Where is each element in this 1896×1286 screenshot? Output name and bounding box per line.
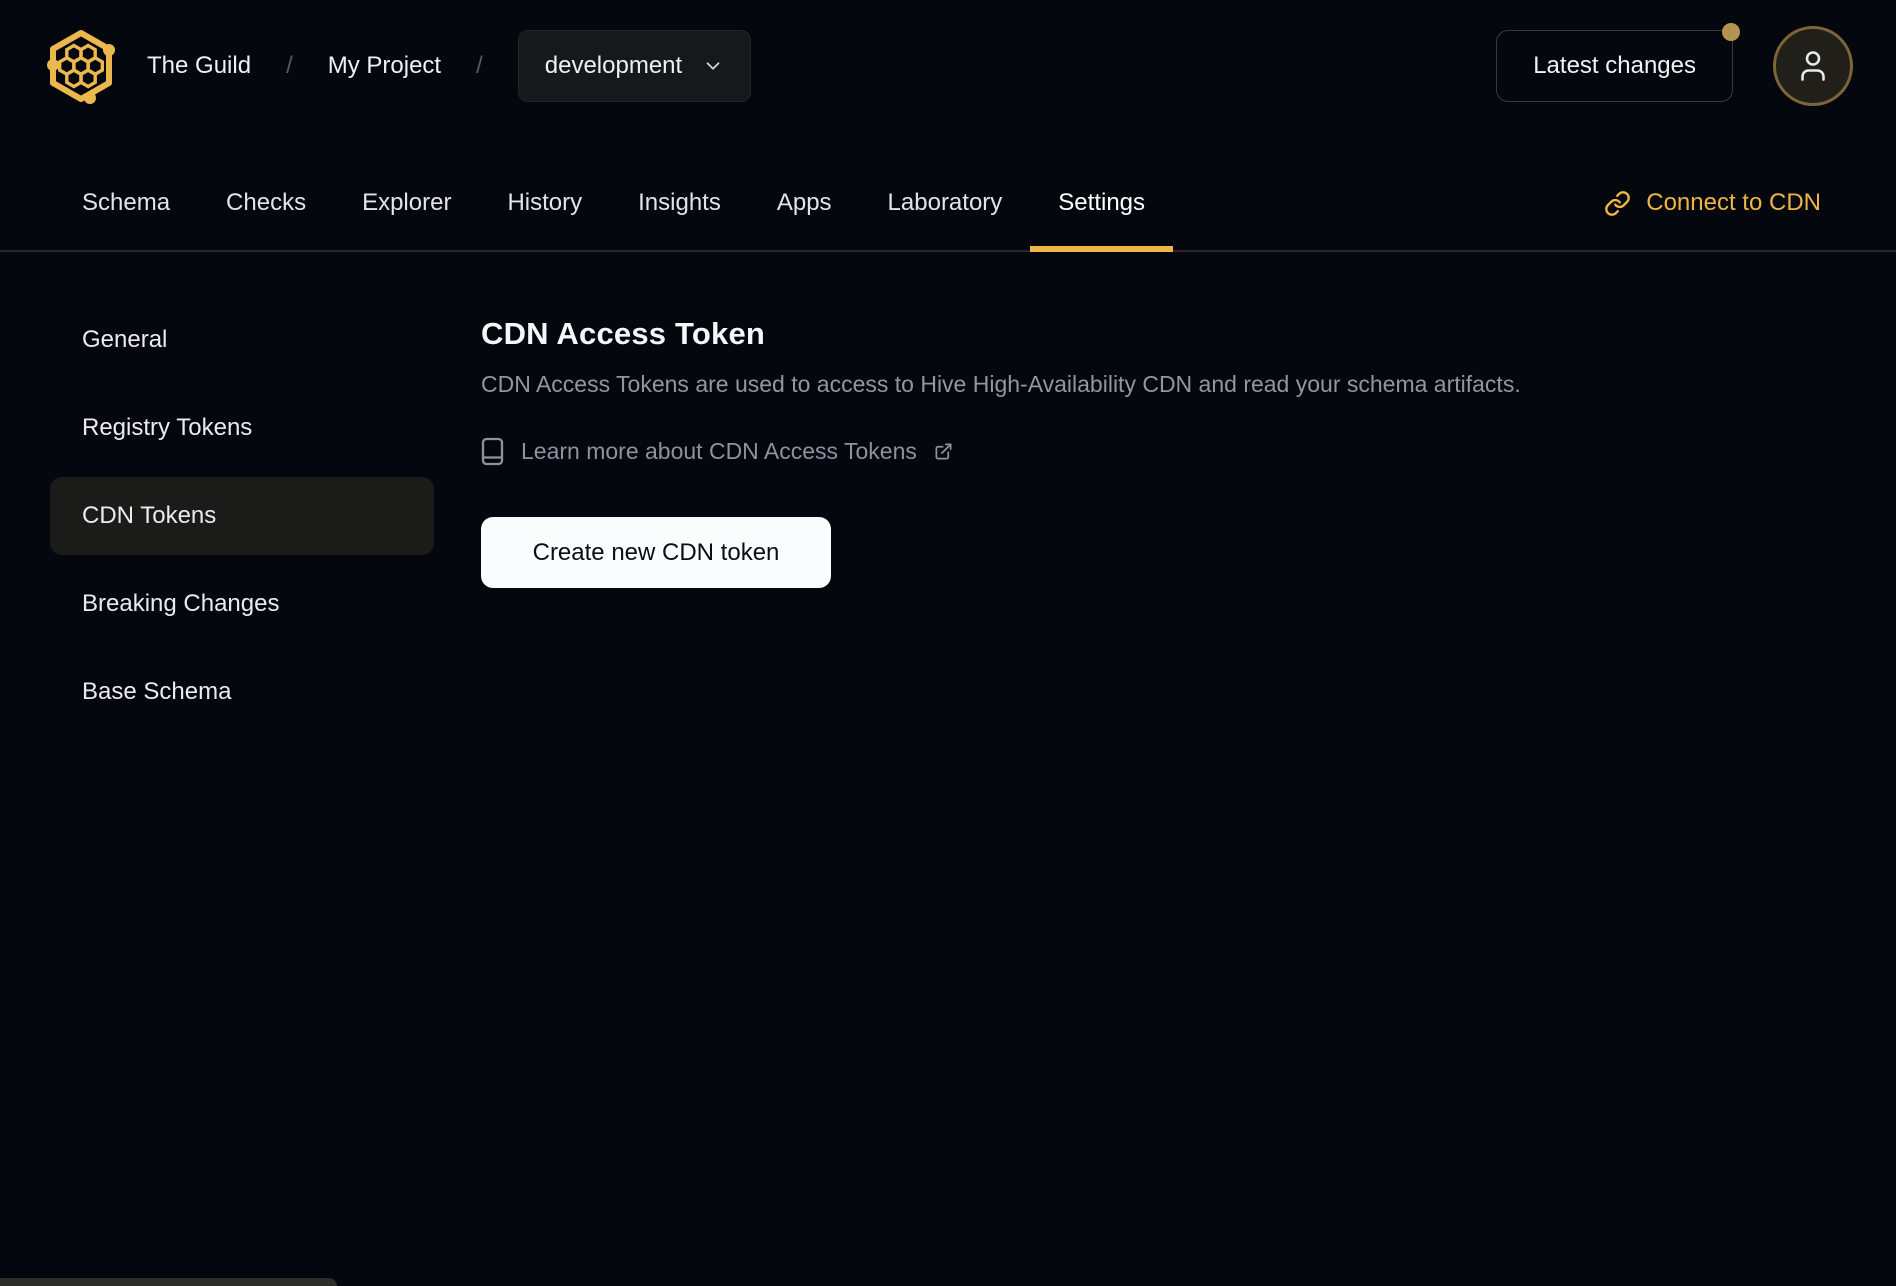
breadcrumb-separator: /: [286, 52, 293, 79]
sidebar-item-base-schema[interactable]: Base Schema: [50, 653, 434, 731]
user-menu-avatar[interactable]: [1773, 26, 1853, 106]
tab-history[interactable]: History: [479, 132, 610, 250]
sidebar-item-registry-tokens[interactable]: Registry Tokens: [50, 389, 434, 467]
header-actions: Latest changes: [1496, 23, 1853, 106]
chevron-down-icon: [702, 55, 724, 77]
page-title: CDN Access Token: [481, 316, 766, 351]
latest-changes-label: Latest changes: [1533, 52, 1696, 79]
learn-more-label: Learn more about CDN Access Tokens: [521, 438, 917, 464]
tab-insights[interactable]: Insights: [610, 132, 749, 250]
hive-app: The Guild / My Project / development Lat…: [0, 0, 1896, 1286]
learn-more-link[interactable]: Learn more about CDN Access Tokens: [481, 437, 953, 466]
connect-to-cdn-label: Connect to CDN: [1646, 189, 1821, 216]
breadcrumb-organization[interactable]: The Guild: [147, 52, 251, 80]
tab-apps[interactable]: Apps: [749, 132, 860, 250]
tab-laboratory[interactable]: Laboratory: [860, 132, 1031, 250]
toast-sliver[interactable]: [0, 1278, 337, 1286]
target-selector-dropdown[interactable]: development: [517, 30, 752, 102]
connect-to-cdn-link[interactable]: Connect to CDN: [1604, 132, 1821, 250]
create-cdn-token-button[interactable]: Create new CDN token: [481, 517, 831, 588]
main-tab-bar: Schema Checks Explorer History Insights …: [0, 132, 1896, 252]
sidebar-item-general[interactable]: General: [50, 301, 434, 379]
external-link-icon: [934, 442, 953, 461]
hive-logo-icon[interactable]: [46, 28, 116, 104]
breadcrumb-separator: /: [476, 52, 483, 79]
breadcrumb: The Guild / My Project /: [147, 52, 483, 80]
page-body: General Registry Tokens CDN Tokens Break…: [0, 252, 1896, 731]
breadcrumb-project[interactable]: My Project: [328, 52, 441, 80]
tab-checks[interactable]: Checks: [198, 132, 334, 250]
link-icon: [1604, 190, 1631, 217]
sidebar-item-cdn-tokens[interactable]: CDN Tokens: [50, 477, 434, 555]
latest-changes-button[interactable]: Latest changes: [1496, 23, 1740, 102]
notification-dot: [1722, 23, 1740, 41]
tab-explorer[interactable]: Explorer: [334, 132, 479, 250]
tab-settings[interactable]: Settings: [1030, 132, 1173, 252]
target-selector-value: development: [544, 52, 683, 79]
settings-content: CDN Access Token CDN Access Tokens are u…: [481, 252, 1896, 588]
book-icon: [481, 437, 504, 466]
settings-sidebar: General Registry Tokens CDN Tokens Break…: [50, 252, 434, 731]
page-description: CDN Access Tokens are used to access to …: [481, 371, 1521, 397]
tab-schema[interactable]: Schema: [54, 132, 198, 250]
header: The Guild / My Project / development Lat…: [0, 0, 1896, 132]
sidebar-item-breaking-changes[interactable]: Breaking Changes: [50, 565, 434, 643]
user-icon: [1795, 48, 1831, 84]
